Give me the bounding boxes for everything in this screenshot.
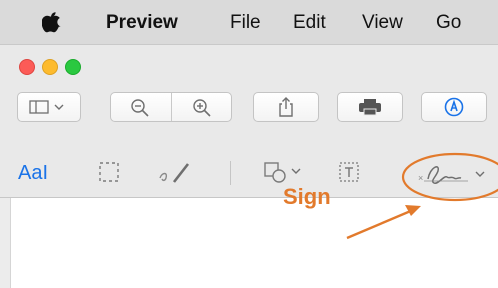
zoom-window-button[interactable]	[65, 59, 81, 75]
markup-toolbar-button[interactable]	[421, 92, 487, 122]
markup-toolbar-divider	[230, 161, 231, 185]
sidebar-toggle-button[interactable]	[17, 92, 81, 122]
menu-view[interactable]: View	[362, 12, 403, 34]
share-icon	[279, 97, 293, 117]
text-box-icon[interactable]	[338, 161, 360, 183]
menu-file[interactable]: File	[230, 12, 261, 34]
menu-go[interactable]: Go	[436, 12, 461, 34]
rectangular-selection-icon[interactable]	[98, 161, 120, 183]
menu-bar: Preview File Edit View Go	[0, 0, 498, 45]
print-button[interactable]	[337, 92, 403, 122]
minimize-window-button[interactable]	[42, 59, 58, 75]
svg-text:×: ×	[418, 173, 423, 183]
menu-edit[interactable]: Edit	[293, 12, 326, 34]
preview-window: AaI ×	[0, 45, 498, 288]
sidebar-edge	[0, 198, 11, 288]
zoom-in-icon[interactable]	[192, 98, 212, 118]
shapes-icon[interactable]	[262, 160, 306, 184]
zoom-divider	[171, 93, 172, 121]
text-selection-tool[interactable]: AaI	[18, 162, 48, 185]
print-icon	[359, 99, 381, 116]
sidebar-toggle-icon	[29, 100, 64, 114]
markup-toolbar: AaI ×	[0, 147, 498, 197]
zoom-out-icon[interactable]	[130, 98, 150, 118]
signature-icon[interactable]: ×	[414, 159, 498, 189]
markup-icon	[444, 97, 464, 117]
menu-app-preview[interactable]: Preview	[106, 12, 178, 34]
close-window-button[interactable]	[19, 59, 35, 75]
apple-logo-icon[interactable]	[42, 11, 62, 33]
sketch-icon[interactable]	[158, 160, 192, 186]
sign-annotation-label: Sign	[283, 184, 331, 209]
share-button[interactable]	[253, 92, 319, 122]
zoom-control	[110, 92, 232, 122]
